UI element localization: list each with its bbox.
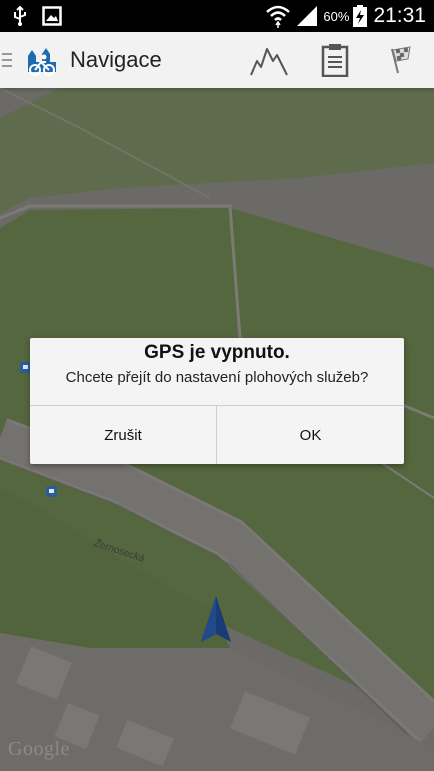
elevation-profile-icon — [250, 48, 288, 76]
cancel-button[interactable]: Zrušit — [30, 406, 216, 464]
clock: 21:31 — [373, 4, 426, 27]
checkered-flag-icon — [391, 46, 411, 74]
status-bar: 60% 21:31 — [0, 0, 434, 32]
drawer-toggle[interactable] — [0, 32, 16, 88]
action-bar: Navigace — [0, 32, 434, 88]
dialog-message: Chcete přejít do nastavení plohových slu… — [65, 369, 369, 386]
gallery-icon — [42, 6, 62, 26]
elevation-profile-button[interactable] — [236, 32, 302, 88]
app-logo[interactable] — [24, 42, 60, 78]
ok-button[interactable]: OK — [217, 406, 404, 464]
usb-icon — [14, 6, 26, 26]
google-attribution: Google — [8, 738, 70, 760]
track-details-button[interactable] — [302, 32, 368, 88]
app-logo-icon — [28, 48, 56, 76]
signal-icon — [297, 6, 318, 26]
location-arrow-icon — [201, 596, 231, 642]
battery-charging-icon — [353, 5, 368, 27]
screen: Žernosecká Google 60% 21:31 Navigace GPS… — [0, 0, 434, 771]
gps-disabled-dialog: GPS je vypnuto. Chcete přejít do nastave… — [30, 338, 404, 464]
finish-button[interactable] — [368, 32, 434, 88]
page-title: Navigace — [70, 47, 162, 72]
wifi-icon — [266, 5, 291, 28]
dialog-title: GPS je vypnuto. — [144, 342, 290, 363]
menu-icon[interactable] — [2, 51, 12, 69]
battery-percent: 60% — [323, 8, 350, 24]
clipboard-icon — [321, 44, 349, 77]
